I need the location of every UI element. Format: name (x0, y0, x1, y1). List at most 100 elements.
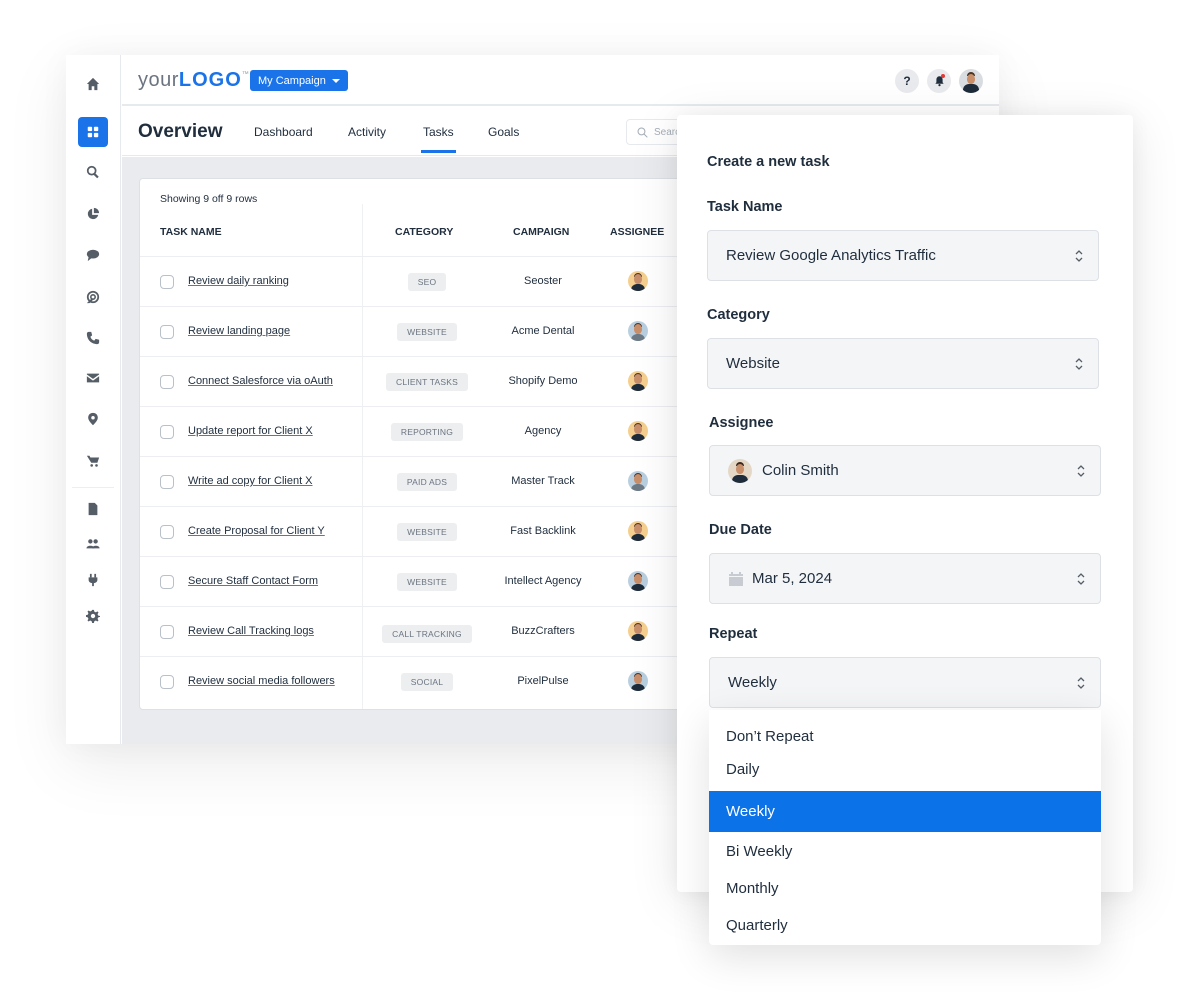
avatar-body (631, 284, 645, 291)
assignee-avatar[interactable] (628, 471, 648, 491)
sidebar (66, 55, 121, 744)
campaign-cell: Seoster (524, 275, 562, 287)
updown-chevron-icon (1076, 674, 1086, 692)
header-category[interactable]: CATEGORY (395, 226, 453, 238)
header-assignee[interactable]: ASSIGNEE (610, 226, 664, 238)
sidebar-item-users[interactable] (78, 529, 108, 559)
due-date-label: Due Date (709, 522, 772, 538)
assignee-avatar[interactable] (628, 521, 648, 541)
category-badge: REPORTING (390, 423, 464, 441)
avatar-body (631, 434, 645, 441)
sidebar-item-settings[interactable] (78, 601, 108, 631)
help-button[interactable]: ? (895, 69, 919, 93)
chat-icon (86, 249, 100, 262)
task-link[interactable]: Review social media followers (188, 675, 335, 687)
assignee-avatar[interactable] (628, 621, 648, 641)
assignee-avatar[interactable] (628, 671, 648, 691)
repeat-option[interactable]: Daily (709, 749, 1101, 790)
due-date-field[interactable]: Mar 5, 2024 (709, 553, 1101, 604)
campaign-cell: BuzzCrafters (511, 625, 575, 637)
sidebar-item-search[interactable] (78, 157, 108, 187)
logo-tm: ™ (241, 71, 250, 78)
category-badge: SOCIAL (400, 673, 454, 691)
campaign-cell: PixelPulse (517, 675, 569, 687)
updown-chevron-icon (1074, 355, 1084, 373)
task-name-value: Review Google Analytics Traffic (726, 247, 936, 264)
gear-icon (86, 609, 100, 623)
task-link[interactable]: Review Call Tracking logs (188, 625, 314, 637)
task-link[interactable]: Create Proposal for Client Y (188, 525, 325, 537)
tab-dashboard[interactable]: Dashboard (254, 125, 313, 139)
avatar-face (634, 574, 642, 584)
row-checkbox[interactable] (160, 575, 174, 589)
avatar-face (967, 74, 975, 84)
search-icon (86, 165, 99, 179)
task-name-field[interactable]: Review Google Analytics Traffic (707, 230, 1099, 281)
assignee-avatar[interactable] (628, 371, 648, 391)
sidebar-item-calls[interactable] (78, 323, 108, 353)
category-value: Website (726, 355, 780, 372)
tab-tasks[interactable]: Tasks (421, 125, 456, 153)
sidebar-item-chat[interactable] (78, 240, 108, 270)
repeat-option[interactable]: Quarterly (709, 905, 1101, 946)
repeat-select[interactable]: Weekly (709, 657, 1101, 708)
assignee-select[interactable]: Colin Smith (709, 445, 1101, 496)
category-select[interactable]: Website (707, 338, 1099, 389)
header-campaign[interactable]: CAMPAIGN (513, 226, 569, 238)
task-link[interactable]: Connect Salesforce via oAuth (188, 375, 333, 387)
notifications-button[interactable] (927, 69, 951, 93)
row-checkbox[interactable] (160, 275, 174, 289)
avatar-body (631, 584, 645, 591)
tab-goals[interactable]: Goals (488, 125, 519, 139)
cart-icon (86, 455, 100, 467)
sidebar-item-seo[interactable] (78, 282, 108, 312)
sidebar-item-reports[interactable] (78, 199, 108, 229)
logo[interactable]: yourLOGO™ (138, 69, 249, 92)
repeat-option-selected[interactable]: Weekly (709, 791, 1101, 832)
row-checkbox[interactable] (160, 375, 174, 389)
repeat-option[interactable]: Bi Weekly (709, 831, 1101, 872)
category-badge: WEBSITE (397, 573, 457, 591)
home-icon (86, 77, 100, 91)
phone-icon (86, 331, 100, 345)
campaign-dropdown-button[interactable]: My Campaign (250, 70, 348, 91)
assignee-avatar[interactable] (628, 571, 648, 591)
category-badge: CLIENT TASKS (386, 373, 468, 391)
user-avatar[interactable] (959, 69, 983, 93)
task-link[interactable]: Review daily ranking (188, 275, 289, 287)
table-row: Create Proposal for Client Y WEBSITE Fas… (140, 506, 700, 556)
row-checkbox[interactable] (160, 475, 174, 489)
tab-activity[interactable]: Activity (348, 125, 386, 139)
campaign-cell: Acme Dental (511, 325, 575, 337)
avatar-face (634, 524, 642, 534)
sidebar-item-documents[interactable] (78, 494, 108, 524)
row-checkbox[interactable] (160, 675, 174, 689)
row-checkbox[interactable] (160, 325, 174, 339)
caret-down-icon (331, 78, 340, 83)
sidebar-item-home[interactable] (78, 69, 108, 99)
sidebar-item-integrations[interactable] (78, 565, 108, 595)
sidebar-item-ecommerce[interactable] (78, 446, 108, 476)
table-row: Secure Staff Contact Form WEBSITE Intell… (140, 556, 700, 606)
table-row: Review Call Tracking logs CALL TRACKING … (140, 606, 700, 656)
row-checkbox[interactable] (160, 525, 174, 539)
assignee-avatar[interactable] (628, 421, 648, 441)
row-checkbox[interactable] (160, 425, 174, 439)
avatar-face (634, 374, 642, 384)
assignee-avatar[interactable] (628, 271, 648, 291)
grid-icon (87, 126, 99, 138)
repeat-option[interactable]: Monthly (709, 868, 1101, 909)
task-link[interactable]: Review landing page (188, 325, 290, 337)
header-task-name[interactable]: TASK NAME (160, 226, 222, 238)
task-link[interactable]: Secure Staff Contact Form (188, 575, 318, 587)
task-link[interactable]: Update report for Client X (188, 425, 313, 437)
sidebar-item-local[interactable] (78, 404, 108, 434)
page-title: Overview (138, 121, 223, 142)
sidebar-item-overview[interactable] (78, 117, 108, 147)
plug-icon (88, 573, 98, 587)
campaign-cell: Agency (524, 425, 562, 437)
row-checkbox[interactable] (160, 625, 174, 639)
task-link[interactable]: Write ad copy for Client X (188, 475, 313, 487)
assignee-avatar[interactable] (628, 321, 648, 341)
sidebar-item-email[interactable] (78, 363, 108, 393)
